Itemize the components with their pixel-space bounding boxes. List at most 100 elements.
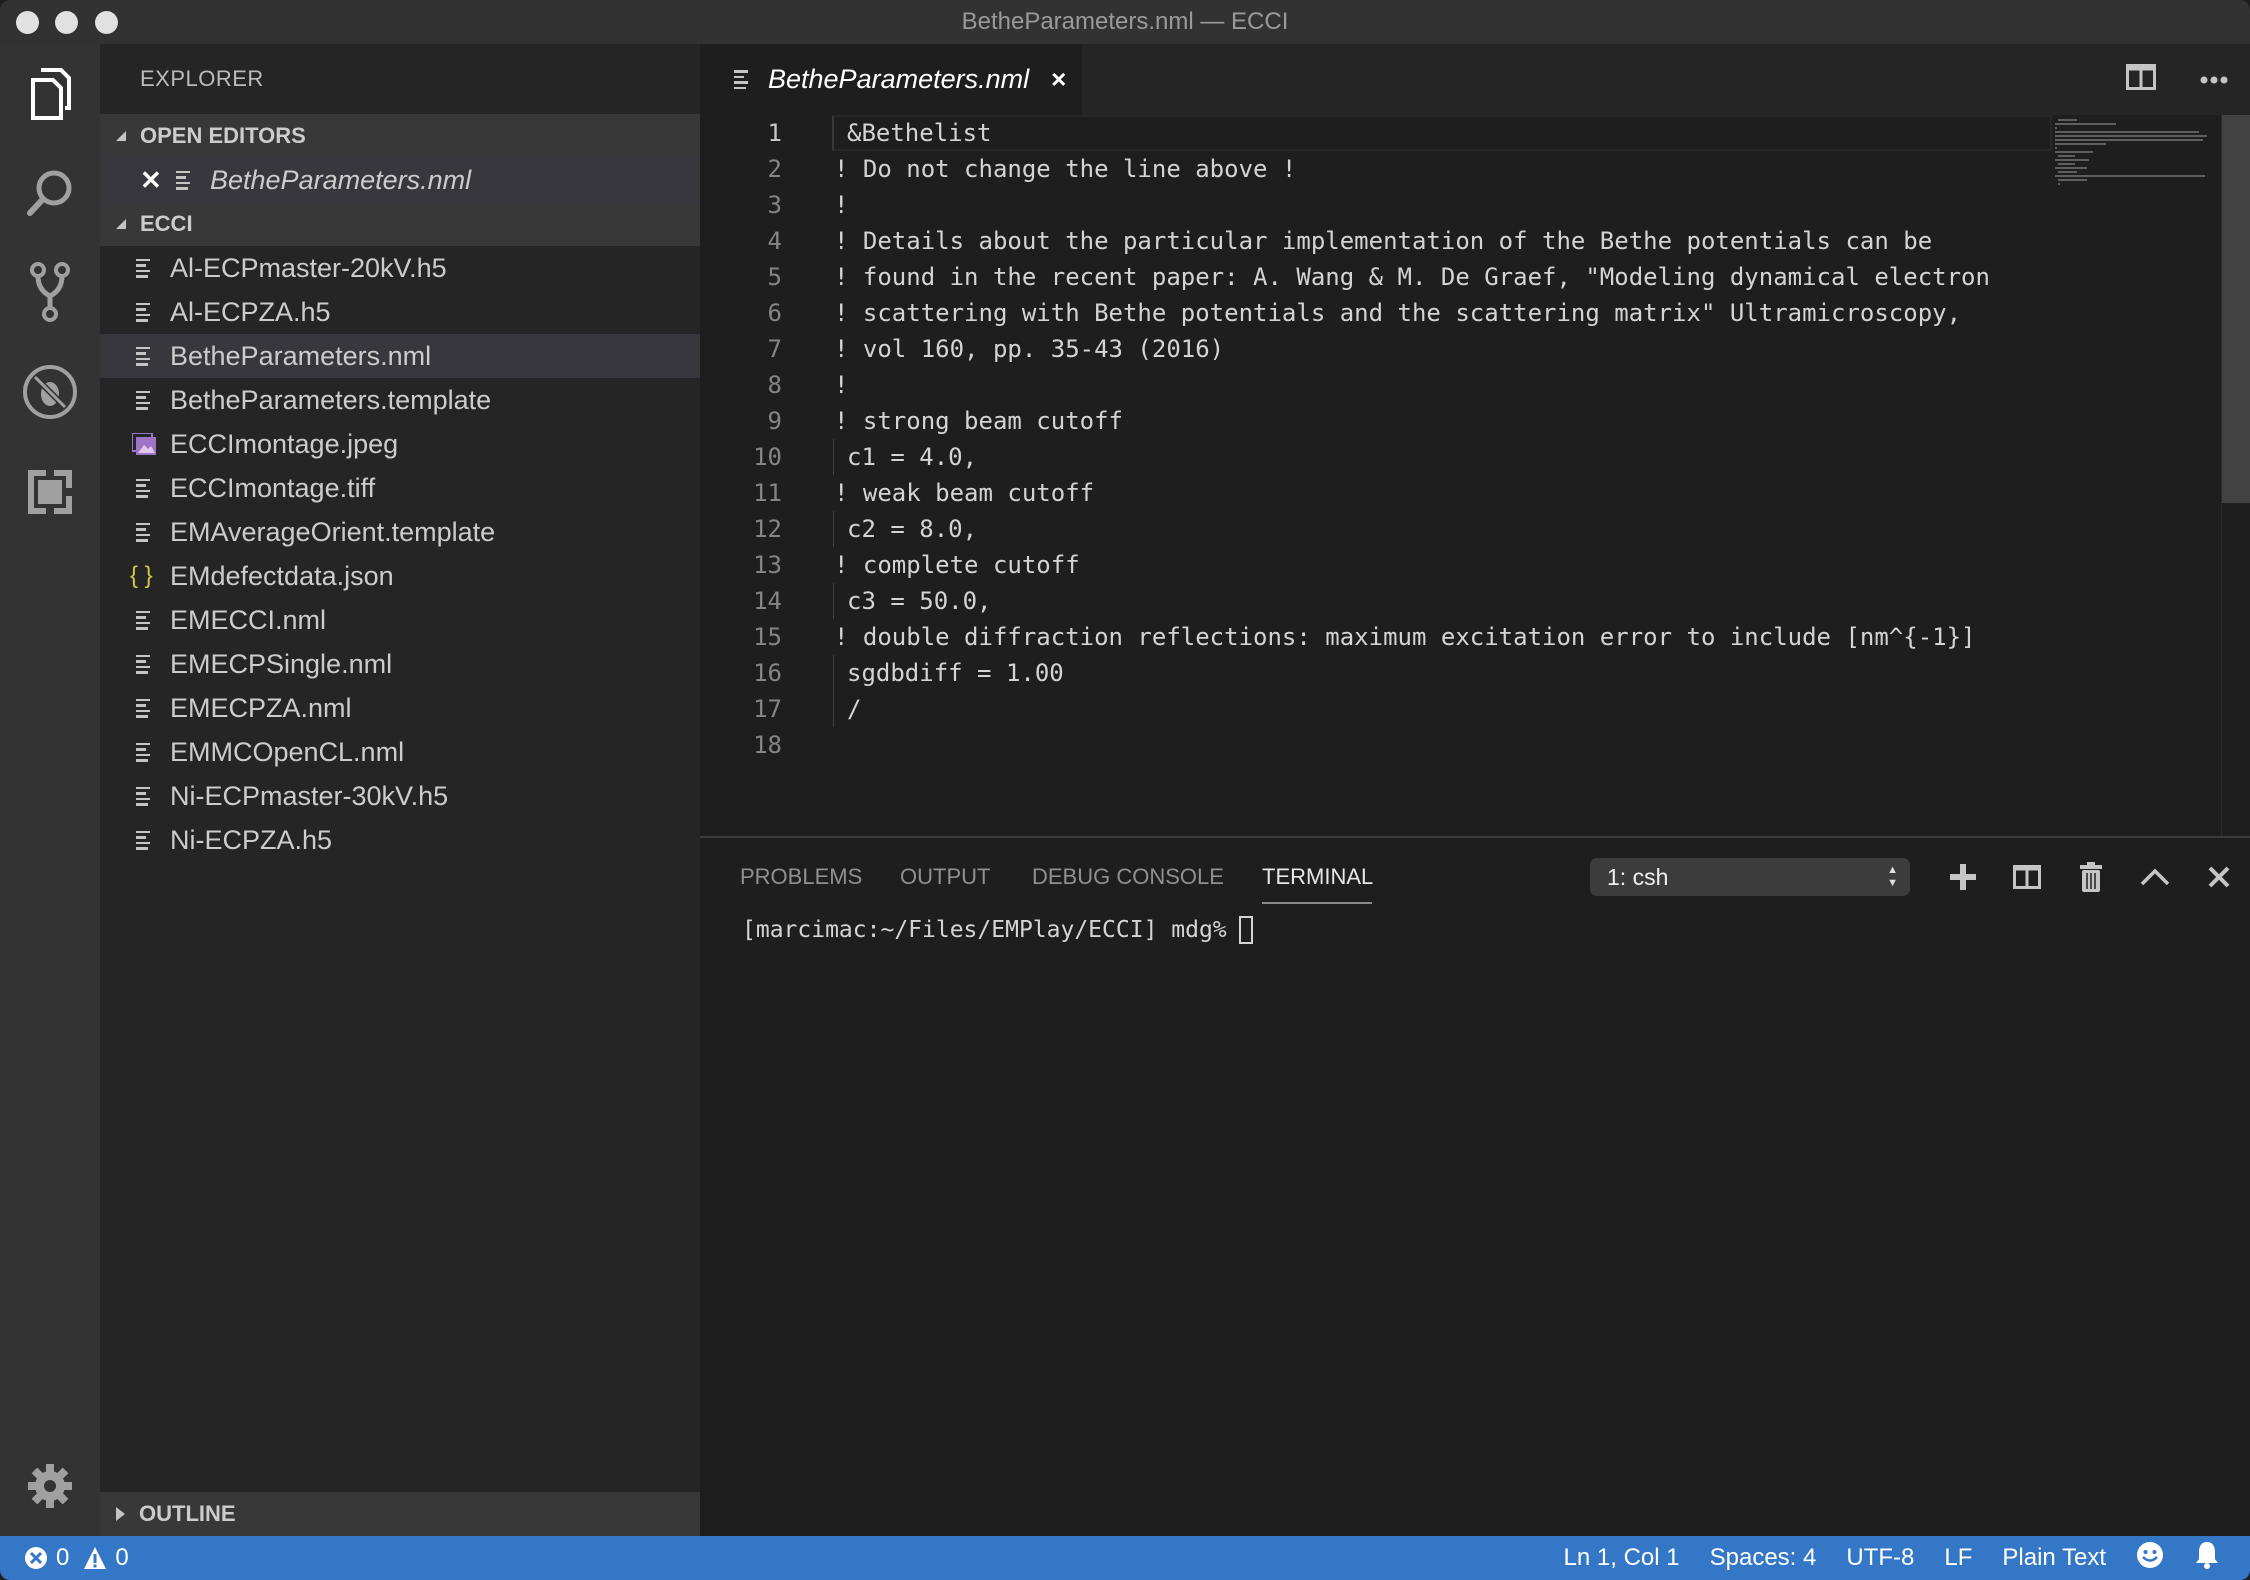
code-line[interactable]: 5 ! found in the recent paper: A. Wang & … <box>700 259 2050 295</box>
activity-source-control[interactable] <box>20 262 80 322</box>
more-actions-button[interactable] <box>2200 71 2228 89</box>
split-terminal-button[interactable] <box>2010 860 2044 894</box>
code-line[interactable]: 9 ! strong beam cutoff <box>700 403 2050 439</box>
notifications-button[interactable] <box>2194 1540 2220 1577</box>
activity-debug[interactable] <box>20 362 80 422</box>
code-line[interactable]: 15 ! double diffraction reflections: maxi… <box>700 619 2050 655</box>
folder-label: ECCI <box>140 211 193 236</box>
indent-guide <box>833 583 834 619</box>
chevron-down-icon <box>116 131 126 141</box>
minimap-line <box>2055 167 2088 169</box>
problems-status[interactable]: 0 0 <box>24 1536 129 1580</box>
file-item[interactable]: EMAverageOrient.template <box>100 510 700 554</box>
minimap-line <box>2058 179 2087 181</box>
code-line[interactable]: 1 &Bethelist <box>700 115 2052 151</box>
file-item[interactable]: Ni-ECPZA.h5 <box>100 818 700 862</box>
file-item[interactable]: EMECPSingle.nml <box>100 642 700 686</box>
minimap[interactable] <box>2055 115 2220 215</box>
code-text: sgdbdiff = 1.00 <box>847 659 1064 687</box>
minimap-line <box>2055 151 2093 153</box>
file-item[interactable]: EMECCI.nml <box>100 598 700 642</box>
code-text: c3 = 50.0, <box>847 587 992 615</box>
activity-explorer[interactable] <box>20 64 80 124</box>
code-line[interactable]: 10 c1 = 4.0, <box>700 439 2050 475</box>
close-panel-button[interactable] <box>2202 860 2236 894</box>
file-item[interactable]: Al-ECPZA.h5 <box>100 290 700 334</box>
new-terminal-button[interactable] <box>1946 860 1980 894</box>
text-file-icon <box>734 70 756 89</box>
code-line[interactable]: 7 ! vol 160, pp. 35-43 (2016) <box>700 331 2050 367</box>
code-line[interactable]: 17 / <box>700 691 2050 727</box>
open-editor-item[interactable]: ✕ BetheParameters.nml <box>100 158 700 202</box>
file-item[interactable]: BetheParameters.template <box>100 378 700 422</box>
editor-scroll-thumb[interactable] <box>2222 115 2250 503</box>
code-line[interactable]: 18 <box>700 727 2050 763</box>
file-item[interactable]: { } EMdefectdata.json <box>100 554 700 598</box>
panel-tab-output[interactable]: OUTPUT <box>900 864 990 890</box>
panel-tab-problems[interactable]: PROBLEMS <box>740 864 862 890</box>
split-editor-icon <box>2126 64 2156 90</box>
bottom-panel: PROBLEMS OUTPUT DEBUG CONSOLE TERMINAL 1: c… <box>700 836 2250 1536</box>
editor-tab-bar: BetheParameters.nml × <box>700 44 2250 115</box>
panel-tab-debug-console[interactable]: DEBUG CONSOLE <box>1032 864 1224 890</box>
terminal-cursor <box>1238 916 1253 944</box>
line-number: 11 <box>753 479 782 507</box>
code-line[interactable]: 4 ! Details about the particular implemen… <box>700 223 2050 259</box>
code-line[interactable]: 2 ! Do not change the line above ! <box>700 151 2050 187</box>
text-file-icon <box>136 258 158 278</box>
language-mode[interactable]: Plain Text <box>2002 1544 2106 1572</box>
activity-search[interactable] <box>20 162 80 222</box>
tab-betheparameters[interactable]: BetheParameters.nml × <box>700 44 1082 115</box>
file-item[interactable]: Ni-ECPmaster-30kV.h5 <box>100 774 700 818</box>
terminal-select[interactable]: 1: csh ▲ ▼ <box>1590 858 1910 896</box>
split-editor-button[interactable] <box>2126 64 2156 95</box>
file-name: Ni-ECPZA.h5 <box>170 824 333 855</box>
activity-extensions[interactable] <box>20 462 80 522</box>
code-line[interactable]: 6 ! scattering with Bethe potentials and … <box>700 295 2050 331</box>
file-item[interactable]: ECCImontage.jpeg <box>100 422 700 466</box>
file-item[interactable]: EMMCOpenCL.nml <box>100 730 700 774</box>
code-line[interactable]: 3! <box>700 187 2050 223</box>
trash-icon <box>2080 862 2102 892</box>
outline-header[interactable]: OUTLINE <box>100 1492 700 1536</box>
text-file-icon <box>136 610 158 630</box>
cursor-position[interactable]: Ln 1, Col 1 <box>1564 1544 1680 1572</box>
code-text: ! Details about the particular implement… <box>834 227 1933 255</box>
code-line[interactable]: 12 c2 = 8.0, <box>700 511 2050 547</box>
code-editor[interactable]: 1 &Bethelist 2 ! Do not change the line abo… <box>700 115 2250 836</box>
code-line[interactable]: 11 ! weak beam cutoff <box>700 475 2050 511</box>
activity-settings[interactable] <box>20 1456 80 1516</box>
code-text: ! <box>834 371 849 399</box>
terminal-output[interactable]: [marcimac:~/Files/EMPlay/ECCI] mdg% <box>742 916 1253 944</box>
indentation-status[interactable]: Spaces: 4 <box>1710 1544 1817 1572</box>
code-text: ! <box>834 191 849 219</box>
minimap-line <box>2055 159 2090 161</box>
panel-tab-terminal[interactable]: TERMINAL <box>1262 864 1373 890</box>
smiley-icon <box>2137 1541 2163 1568</box>
text-file-icon <box>136 302 158 322</box>
editor-scrollbar[interactable] <box>2221 115 2250 836</box>
file-item[interactable]: Al-ECPmaster-20kV.h5 <box>100 246 700 290</box>
tab-close-button[interactable]: × <box>1051 64 1066 95</box>
code-line[interactable]: 16 sgdbdiff = 1.00 <box>700 655 2050 691</box>
code-line[interactable]: 8! <box>700 367 2050 403</box>
file-item[interactable]: EMECPZA.nml <box>100 686 700 730</box>
eol-status[interactable]: LF <box>1944 1544 1972 1572</box>
line-number: 14 <box>753 587 782 615</box>
extensions-icon <box>28 470 72 514</box>
open-editors-header[interactable]: OPEN EDITORS <box>100 114 700 158</box>
close-icon[interactable]: ✕ <box>140 165 162 196</box>
code-line[interactable]: 14 c3 = 50.0, <box>700 583 2050 619</box>
file-item[interactable]: ECCImontage.tiff <box>100 466 700 510</box>
file-item[interactable]: BetheParameters.nml <box>100 334 700 378</box>
code-line[interactable]: 13 ! complete cutoff <box>700 547 2050 583</box>
line-number: 18 <box>753 731 782 759</box>
file-name: BetheParameters.nml <box>170 340 432 371</box>
folder-header-ecci[interactable]: ECCI <box>100 202 700 246</box>
line-number: 3 <box>767 191 782 219</box>
encoding-status[interactable]: UTF-8 <box>1846 1544 1914 1572</box>
maximize-panel-button[interactable] <box>2138 860 2172 894</box>
feedback-button[interactable] <box>2136 1541 2164 1576</box>
warning-icon <box>84 1547 107 1569</box>
kill-terminal-button[interactable] <box>2074 860 2108 894</box>
